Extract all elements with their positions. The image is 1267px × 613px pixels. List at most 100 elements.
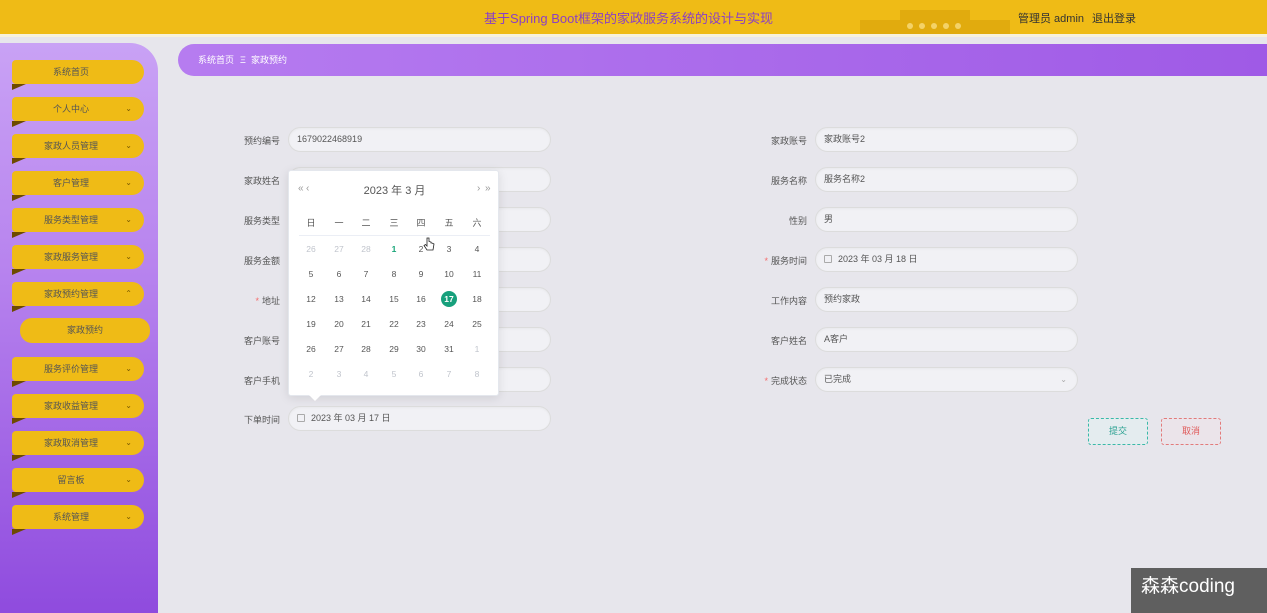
calendar-day[interactable]: 12	[301, 291, 321, 307]
field-label-text: 家政账号	[770, 136, 807, 146]
sidebar-item[interactable]: 家政服务管理 ⌄	[12, 245, 144, 275]
calendar-day[interactable]: 2	[301, 366, 321, 382]
field-value: 2023 年 03 月 18 日	[838, 254, 918, 264]
next-month-button[interactable]: ›	[477, 183, 480, 194]
field-label: 客户姓名	[727, 334, 807, 347]
calendar-day[interactable]: 9	[411, 266, 431, 282]
calendar-day[interactable]: 5	[301, 266, 321, 282]
field-input[interactable]: 2023 年 03 月 18 日	[815, 247, 1078, 272]
sidebar-subitem-booking[interactable]: 家政预约	[20, 318, 150, 343]
cancel-button[interactable]: 取消	[1161, 418, 1221, 445]
next-year-button[interactable]: »	[485, 183, 491, 194]
sidebar-item[interactable]: 个人中心 ⌄	[12, 97, 144, 127]
calendar-day[interactable]: 17	[441, 291, 457, 307]
field-input[interactable]: 家政账号2	[815, 127, 1078, 152]
calendar-day[interactable]: 1	[467, 341, 487, 357]
calendar-day[interactable]: 11	[467, 266, 487, 282]
chevron-icon: ⌄	[125, 141, 132, 150]
field-label: * 服务时间	[727, 254, 807, 267]
chevron-icon: ⌄	[125, 252, 132, 261]
field-input[interactable]: 已完成 ⌄	[815, 367, 1078, 392]
breadcrumb-home[interactable]: 系统首页	[198, 44, 234, 76]
sidebar-item[interactable]: 留言板 ⌄	[12, 468, 144, 498]
hand-cursor-icon	[423, 237, 435, 251]
date-picker-title: 2023 年 3 月	[363, 185, 426, 197]
calendar-day[interactable]: 23	[411, 316, 431, 332]
calendar-day[interactable]: 4	[467, 241, 487, 257]
chevron-icon: ⌄	[125, 438, 132, 447]
calendar-day[interactable]: 5	[384, 366, 404, 382]
field-label: 服务名称	[727, 174, 807, 187]
calendar-day[interactable]: 8	[384, 266, 404, 282]
calendar-day[interactable]: 1	[384, 241, 404, 257]
sidebar-item[interactable]: 家政取消管理 ⌄	[12, 431, 144, 461]
field-label-text: 服务金额	[243, 256, 280, 266]
breadcrumb: 系统首页 Ξ 家政预约	[178, 44, 1267, 76]
field-label-text: 家政姓名	[243, 176, 280, 186]
sidebar-item[interactable]: 服务类型管理 ⌄	[12, 208, 144, 238]
field-value: 服务名称2	[824, 174, 866, 184]
calendar-day[interactable]: 26	[301, 341, 321, 357]
required-marker: *	[255, 296, 259, 306]
weekday-header: 一	[334, 218, 344, 228]
calendar-day[interactable]: 28	[356, 241, 376, 257]
calendar-day[interactable]: 10	[439, 266, 459, 282]
calendar-day[interactable]: 27	[329, 241, 349, 257]
calendar-day[interactable]: 15	[384, 291, 404, 307]
calendar-day[interactable]: 3	[329, 366, 349, 382]
field-label: 性别	[727, 214, 807, 227]
field-label: * 地址	[200, 294, 280, 307]
submit-button[interactable]: 提交	[1088, 418, 1148, 445]
calendar-day[interactable]: 25	[467, 316, 487, 332]
required-marker: *	[764, 256, 768, 266]
sidebar-item[interactable]: 系统首页	[12, 60, 144, 90]
calendar-day[interactable]: 6	[329, 266, 349, 282]
logout-link[interactable]: 退出登录	[1092, 10, 1136, 26]
sidebar-item-label: 系统首页	[52, 67, 89, 77]
sidebar-item[interactable]: 家政预约管理 ⌃	[12, 282, 144, 312]
sidebar-item-label: 家政取消管理	[43, 438, 98, 448]
field-label-text: 下单时间	[243, 415, 280, 425]
calendar-day[interactable]: 30	[411, 341, 431, 357]
sidebar-item-label: 系统管理	[52, 512, 89, 522]
field-label-text: 地址	[261, 296, 280, 306]
calendar-day[interactable]: 24	[439, 316, 459, 332]
field-input[interactable]: 男	[815, 207, 1078, 232]
sidebar-item[interactable]: 客户管理 ⌄	[12, 171, 144, 201]
field-label: 工作内容	[727, 294, 807, 307]
calendar-day[interactable]: 6	[411, 366, 431, 382]
chevron-icon: ⌃	[125, 289, 132, 298]
calendar-day[interactable]: 7	[439, 366, 459, 382]
field-input[interactable]: 服务名称2	[815, 167, 1078, 192]
sidebar-item[interactable]: 家政人员管理 ⌄	[12, 134, 144, 164]
sidebar-item-label: 个人中心	[52, 104, 89, 114]
calendar-day[interactable]: 3	[439, 241, 459, 257]
sidebar-item[interactable]: 服务评价管理 ⌄	[12, 357, 144, 387]
calendar-day[interactable]: 22	[384, 316, 404, 332]
calendar-day[interactable]: 18	[467, 291, 487, 307]
calendar-day[interactable]: 14	[356, 291, 376, 307]
calendar-day[interactable]: 16	[411, 291, 431, 307]
calendar-day[interactable]: 7	[356, 266, 376, 282]
calendar-day[interactable]: 13	[329, 291, 349, 307]
calendar-day[interactable]: 21	[356, 316, 376, 332]
field-label-text: 完成状态	[770, 376, 807, 386]
calendar-day[interactable]: 20	[329, 316, 349, 332]
calendar-day[interactable]: 28	[356, 341, 376, 357]
calendar-day[interactable]: 31	[439, 341, 459, 357]
chevron-icon: ⌄	[125, 401, 132, 410]
calendar-day[interactable]: 19	[301, 316, 321, 332]
sidebar-item[interactable]: 系统管理 ⌄	[12, 505, 144, 535]
field-input[interactable]: 预约家政	[815, 287, 1078, 312]
sidebar-item[interactable]: 家政收益管理 ⌄	[12, 394, 144, 424]
calendar-day[interactable]: 29	[384, 341, 404, 357]
calendar-day[interactable]: 27	[329, 341, 349, 357]
calendar-day[interactable]: 4	[356, 366, 376, 382]
field-input[interactable]: 2023 年 03 月 17 日	[288, 406, 551, 431]
weekday-header: 二	[361, 218, 371, 228]
calendar-day[interactable]: 8	[467, 366, 487, 382]
field-input[interactable]: A客户	[815, 327, 1078, 352]
calendar-day[interactable]: 26	[301, 241, 321, 257]
field-input[interactable]: 1679022468919	[288, 127, 551, 152]
field-label-text: 客户姓名	[770, 336, 807, 346]
